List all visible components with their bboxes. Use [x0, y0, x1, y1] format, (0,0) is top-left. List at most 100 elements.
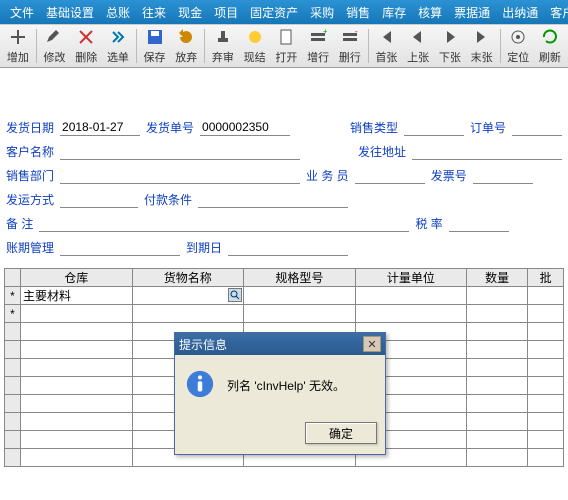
- input-tax-rate[interactable]: [449, 214, 509, 232]
- target-icon: [509, 28, 527, 49]
- pencil-icon: [45, 28, 63, 49]
- svg-text:-: -: [355, 28, 358, 36]
- label-remark: 备 注: [6, 215, 33, 232]
- message-dialog: 提示信息 ✕ 列名 'cInvHelp' 无效。 确定: [174, 332, 386, 455]
- prev-button[interactable]: 上张: [402, 26, 434, 66]
- floppy-icon: [146, 28, 164, 49]
- label-invoice-no: 发票号: [431, 167, 467, 184]
- plus-icon: [9, 28, 27, 49]
- label-salesman: 业 务 员: [306, 167, 349, 184]
- menu-item[interactable]: 总账: [100, 4, 136, 21]
- column-header[interactable]: 数量: [467, 269, 528, 287]
- column-header[interactable]: 计量单位: [355, 269, 467, 287]
- input-order-no[interactable]: [512, 118, 562, 136]
- label-pay-terms: 付款条件: [144, 191, 192, 208]
- toolbar-label: 现结: [244, 49, 266, 65]
- toolbar-label: 上张: [407, 49, 429, 65]
- input-due-date[interactable]: [228, 238, 348, 256]
- input-ship-date[interactable]: [60, 118, 140, 136]
- toolbar-label: 定位: [507, 49, 529, 65]
- input-remark[interactable]: [39, 214, 409, 232]
- first-button[interactable]: 首张: [371, 26, 403, 66]
- input-ship-method[interactable]: [60, 190, 138, 208]
- menu-item[interactable]: 往来: [136, 4, 172, 21]
- stamp-icon: [214, 28, 232, 49]
- input-ship-no[interactable]: [200, 118, 290, 136]
- toolbar-label: 删行: [339, 49, 361, 65]
- column-header[interactable]: 货物名称: [132, 269, 244, 287]
- toolbar-label: 增加: [7, 49, 29, 65]
- menu-item[interactable]: 固定资产: [244, 4, 304, 21]
- dialog-titlebar[interactable]: 提示信息 ✕: [175, 333, 385, 355]
- input-invoice-no[interactable]: [473, 166, 533, 184]
- print-button[interactable]: 打开: [271, 26, 303, 66]
- toolbar-label: 保存: [144, 49, 166, 65]
- lookup-icon[interactable]: [228, 288, 242, 302]
- menu-item[interactable]: 文件: [4, 4, 40, 21]
- input-sale-type[interactable]: [404, 118, 464, 136]
- coin-icon: [246, 28, 264, 49]
- menu-item[interactable]: 项目: [208, 4, 244, 21]
- table-row[interactable]: *: [5, 305, 564, 323]
- ok-button[interactable]: 确定: [305, 422, 377, 444]
- menu-item[interactable]: 客户通: [544, 4, 568, 21]
- label-period-mgr: 账期管理: [6, 239, 54, 256]
- xianjie-button[interactable]: 现结: [239, 26, 271, 66]
- addrow-button[interactable]: +增行: [302, 26, 334, 66]
- menu-item[interactable]: 采购: [304, 4, 340, 21]
- abandon-button[interactable]: 放弃: [170, 26, 202, 66]
- menu-item[interactable]: 现金: [172, 4, 208, 21]
- label-ship-addr: 发往地址: [358, 143, 406, 160]
- doc-icon: [277, 28, 295, 49]
- toolbar-label: 刷新: [539, 49, 561, 65]
- table-row[interactable]: *主要材料: [5, 287, 564, 305]
- toolbar-label: 下张: [439, 49, 461, 65]
- input-pay-terms[interactable]: [198, 190, 348, 208]
- column-header[interactable]: 规格型号: [244, 269, 356, 287]
- label-ship-date: 发货日期: [6, 119, 54, 136]
- edit-button[interactable]: 修改: [39, 26, 71, 66]
- input-cust-name[interactable]: [60, 142, 300, 160]
- chevrons-icon: [109, 28, 127, 49]
- x-icon: [77, 28, 95, 49]
- input-period-mgr[interactable]: [60, 238, 180, 256]
- locate-button[interactable]: 定位: [502, 26, 534, 66]
- label-due-date: 到期日: [186, 239, 222, 256]
- refresh-icon: [541, 28, 559, 49]
- menu-item[interactable]: 票据通: [448, 4, 496, 21]
- rowplus-icon: +: [309, 28, 327, 49]
- delrow-button[interactable]: - 删行: [334, 26, 366, 66]
- last-button[interactable]: 末张: [466, 26, 498, 66]
- input-salesman[interactable]: [355, 166, 425, 184]
- toolbar-label: 打开: [275, 49, 297, 65]
- undo-icon: [177, 28, 195, 49]
- menu-item[interactable]: 出纳通: [496, 4, 544, 21]
- shenpi-button[interactable]: 弃审: [207, 26, 239, 66]
- input-ship-addr[interactable]: [412, 142, 562, 160]
- last-icon: [473, 28, 491, 49]
- menu-item[interactable]: 核算: [412, 4, 448, 21]
- menu-item[interactable]: 库存: [376, 4, 412, 21]
- select-button[interactable]: 选单: [102, 26, 134, 66]
- toolbar-label: 首张: [375, 49, 397, 65]
- close-icon[interactable]: ✕: [363, 336, 381, 352]
- next-button[interactable]: 下张: [434, 26, 466, 66]
- save-button[interactable]: 保存: [139, 26, 171, 66]
- rowminus-icon: -: [341, 28, 359, 49]
- first-icon: [377, 28, 395, 49]
- column-header[interactable]: 仓库: [21, 269, 133, 287]
- dialog-title-text: 提示信息: [179, 336, 227, 353]
- toolbar-label: 末张: [471, 49, 493, 65]
- delete-button[interactable]: 删除: [70, 26, 102, 66]
- menu-item[interactable]: 销售: [340, 4, 376, 21]
- toolbar-label: 增行: [307, 49, 329, 65]
- form-area: 发货日期 发货单号 销售类型 订单号 客户名称 发往地址 销售部门 业 务 员 …: [0, 68, 568, 268]
- column-header[interactable]: 批: [528, 269, 564, 287]
- input-sale-dept[interactable]: [60, 166, 300, 184]
- toolbar: 增加修改删除选单保存放弃弃审现结打开 +增行 - 删行首张上张下张末张定位刷新: [0, 24, 568, 68]
- menu-item[interactable]: 基础设置: [40, 4, 100, 21]
- refresh-button[interactable]: 刷新: [534, 26, 566, 66]
- add-button[interactable]: 增加: [2, 26, 34, 66]
- prev-icon: [409, 28, 427, 49]
- info-icon: [185, 369, 215, 402]
